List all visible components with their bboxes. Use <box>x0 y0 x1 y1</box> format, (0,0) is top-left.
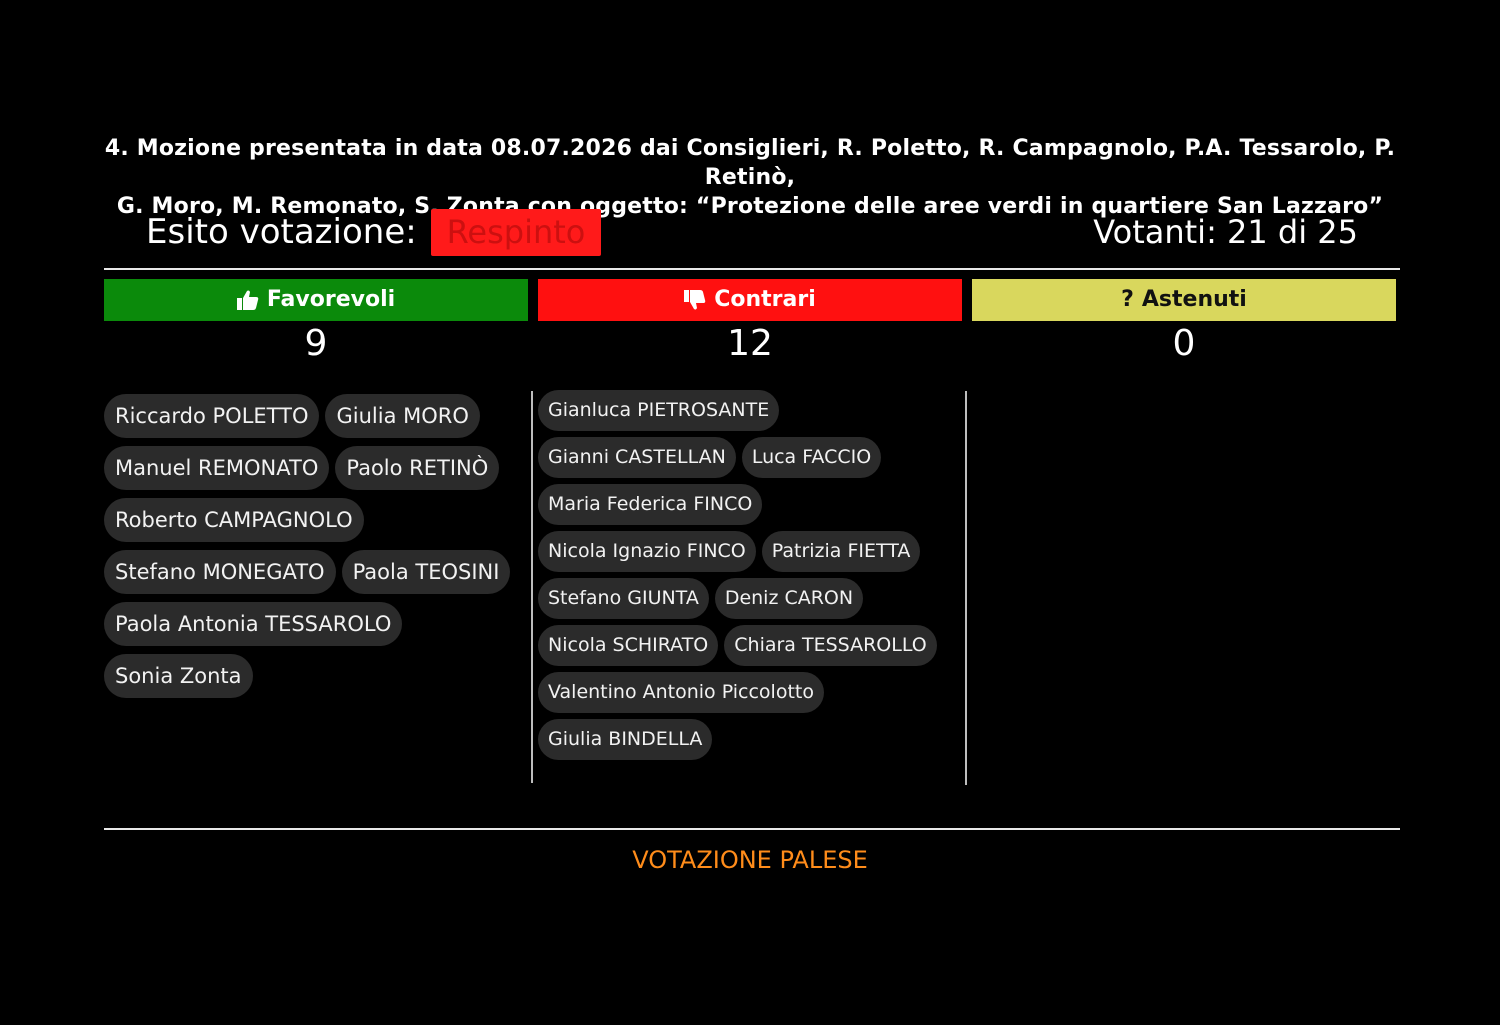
voter-chip: Chiara TESSAROLLO <box>724 625 937 666</box>
favorevoli-header: Favorevoli <box>104 279 528 321</box>
thumbs-up-icon <box>236 290 259 310</box>
voter-chip: Sonia Zonta <box>104 654 253 698</box>
astenuti-header: ? Astenuti <box>972 279 1396 321</box>
voter-chip: Maria Federica FINCO <box>538 484 763 525</box>
voter-chip: Gianni CASTELLAN <box>538 437 736 478</box>
contrari-label: Contrari <box>714 287 816 312</box>
voter-chip: Stefano MONEGATO <box>104 550 336 594</box>
contrari-count: 12 <box>727 323 773 364</box>
voter-chip: Riccardo POLETTO <box>104 394 320 438</box>
vote-type-label: VOTAZIONE PALESE <box>632 846 868 874</box>
voter-chip: Luca FACCIO <box>741 437 882 478</box>
thumbs-down-icon <box>684 290 706 310</box>
astenuti-count: 0 <box>1172 323 1196 364</box>
contrari-header: Contrari <box>538 279 962 321</box>
voter-chip: Giulia BINDELLA <box>538 719 713 760</box>
favorevoli-label: Favorevoli <box>266 287 396 312</box>
voter-chip: Nicola SCHIRATO <box>538 625 719 666</box>
voter-chip: Paola TEOSINI <box>341 550 511 594</box>
voter-chip: Gianluca PIETROSANTE <box>538 390 780 431</box>
voter-chip: Valentino Antonio Piccolotto <box>538 672 824 713</box>
column-separator <box>965 391 967 785</box>
column-separator <box>531 391 533 783</box>
voter-chip: Giulia MORO <box>325 394 480 438</box>
contrari-list: Gianluca PIETROSANTE Gianni CASTELLAN Lu… <box>538 390 958 760</box>
motion-title-line-1: 4. Mozione presentata in data 08.07.2026… <box>104 136 1396 190</box>
voter-chip: Nicola Ignazio FINCO <box>538 531 756 572</box>
voter-chip: Paola Antonia TESSAROLO <box>104 602 403 646</box>
voter-chip: Stefano GIUNTA <box>538 578 709 619</box>
voter-chip: Paolo RETINÒ <box>335 446 500 490</box>
voter-chip: Deniz CARON <box>714 578 864 619</box>
vote-outcome-label: Esito votazione: <box>146 212 417 252</box>
vote-outcome-badge: Respinto <box>431 209 601 256</box>
voter-chip: Roberto CAMPAGNOLO <box>104 498 364 542</box>
question-mark-icon: ? <box>1121 287 1134 312</box>
bottom-divider <box>104 828 1400 830</box>
astenuti-label: Astenuti <box>1141 287 1247 312</box>
top-divider <box>104 268 1400 270</box>
voters-count: Votanti: 21 di 25 <box>1093 213 1358 251</box>
favorevoli-list: Riccardo POLETTO Giulia MORO Manuel REMO… <box>104 394 524 698</box>
favorevoli-count: 9 <box>304 323 328 364</box>
voter-chip: Patrizia FIETTA <box>761 531 921 572</box>
voter-chip: Manuel REMONATO <box>104 446 330 490</box>
